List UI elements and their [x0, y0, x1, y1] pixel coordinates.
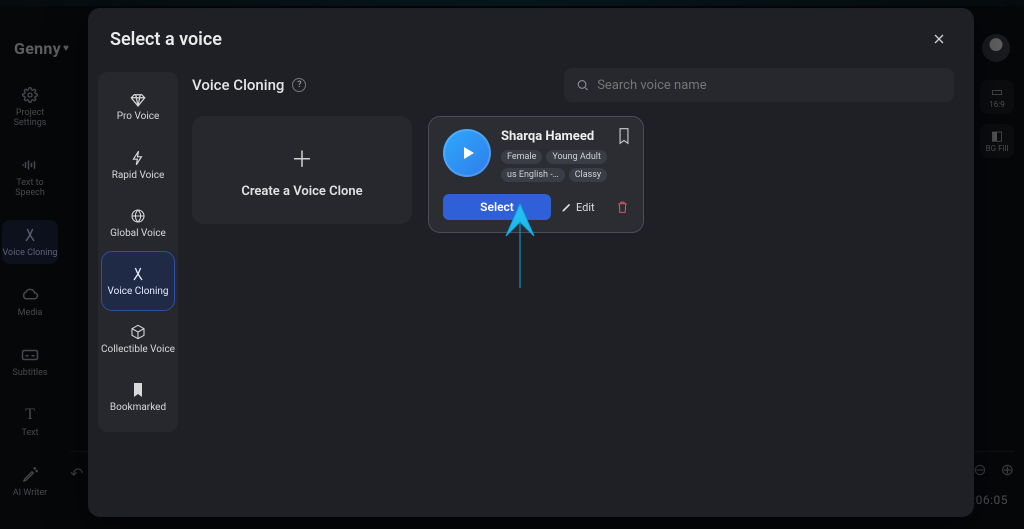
chip: Female: [501, 150, 542, 164]
cards-row: ＋ Create a Voice Clone Sharqa Hameed: [192, 116, 954, 233]
search-container: [564, 68, 954, 102]
delete-button[interactable]: [616, 200, 629, 214]
globe-icon: [130, 208, 146, 224]
cube-icon: [130, 324, 146, 340]
sidebar-item-label: Global Voice: [110, 228, 166, 239]
sidebar-item-label: Collectible Voice: [101, 344, 175, 355]
sidebar-global-voice[interactable]: Global Voice: [98, 194, 178, 252]
section-header: Voice Cloning ?: [192, 68, 954, 102]
trash-icon: [616, 200, 629, 214]
sidebar-item-label: Bookmarked: [110, 402, 166, 413]
modal-header: Select a voice: [88, 8, 974, 62]
modal-title: Select a voice: [110, 29, 222, 50]
voice-card-actions: Select Edit: [443, 194, 629, 220]
voice-clone-icon: [130, 266, 146, 282]
sidebar-pro-voice[interactable]: Pro Voice: [98, 78, 178, 136]
sidebar-rapid-voice[interactable]: Rapid Voice: [98, 136, 178, 194]
select-voice-modal: Select a voice Pro Voice Rapid Voice: [88, 8, 974, 517]
chip: Young Adult: [546, 150, 607, 164]
sidebar-voice-cloning[interactable]: Voice Cloning: [102, 252, 174, 310]
sidebar-collectible-voice[interactable]: Collectible Voice: [98, 310, 178, 368]
pencil-icon: [561, 202, 572, 213]
voice-play-button[interactable]: [443, 129, 491, 177]
search-input-wrap[interactable]: [564, 68, 954, 102]
chip: Classy: [569, 168, 608, 182]
voice-card-info: Sharqa Hameed Female Young Adult us Engl…: [501, 129, 629, 182]
plus-icon: ＋: [291, 142, 313, 174]
app-root: Genny♥ t Project Settings Text to Speech…: [0, 0, 1024, 529]
diamond-icon: [129, 93, 147, 107]
select-button[interactable]: Select: [443, 194, 551, 220]
create-card-label: Create a Voice Clone: [241, 184, 362, 199]
bookmark-icon: [617, 127, 631, 145]
voice-sidebar-top-group: Pro Voice Rapid Voice Global Voice Voice…: [98, 72, 178, 432]
voice-chips: Female Young Adult us English -… Classy: [501, 150, 629, 182]
sidebar-item-label: Rapid Voice: [112, 170, 165, 181]
modal-content: Voice Cloning ? ＋ Create a Voice Clone: [188, 62, 974, 517]
search-icon: [576, 78, 589, 92]
section-title-text: Voice Cloning: [192, 76, 284, 94]
bolt-icon: [131, 150, 145, 166]
voice-sidebar: Pro Voice Rapid Voice Global Voice Voice…: [88, 62, 188, 517]
edit-button[interactable]: Edit: [561, 201, 595, 214]
chip: us English -…: [501, 168, 565, 182]
close-button[interactable]: [926, 26, 952, 52]
help-icon[interactable]: ?: [292, 78, 306, 92]
edit-label: Edit: [576, 201, 595, 214]
search-input[interactable]: [597, 78, 942, 93]
bookmark-button[interactable]: [617, 127, 631, 145]
play-icon: [464, 147, 474, 159]
create-voice-clone-card[interactable]: ＋ Create a Voice Clone: [192, 116, 412, 224]
modal-body: Pro Voice Rapid Voice Global Voice Voice…: [88, 62, 974, 517]
voice-card: Sharqa Hameed Female Young Adult us Engl…: [428, 116, 644, 233]
voice-card-top: Sharqa Hameed Female Young Adult us Engl…: [443, 129, 629, 182]
bookmark-icon: [132, 382, 144, 398]
sidebar-item-label: Pro Voice: [117, 111, 160, 122]
sidebar-bookmarked[interactable]: Bookmarked: [98, 368, 178, 426]
close-icon: [931, 31, 947, 47]
sidebar-item-label: Voice Cloning: [107, 286, 168, 297]
voice-name: Sharqa Hameed: [501, 129, 629, 144]
section-title: Voice Cloning ?: [192, 76, 306, 94]
